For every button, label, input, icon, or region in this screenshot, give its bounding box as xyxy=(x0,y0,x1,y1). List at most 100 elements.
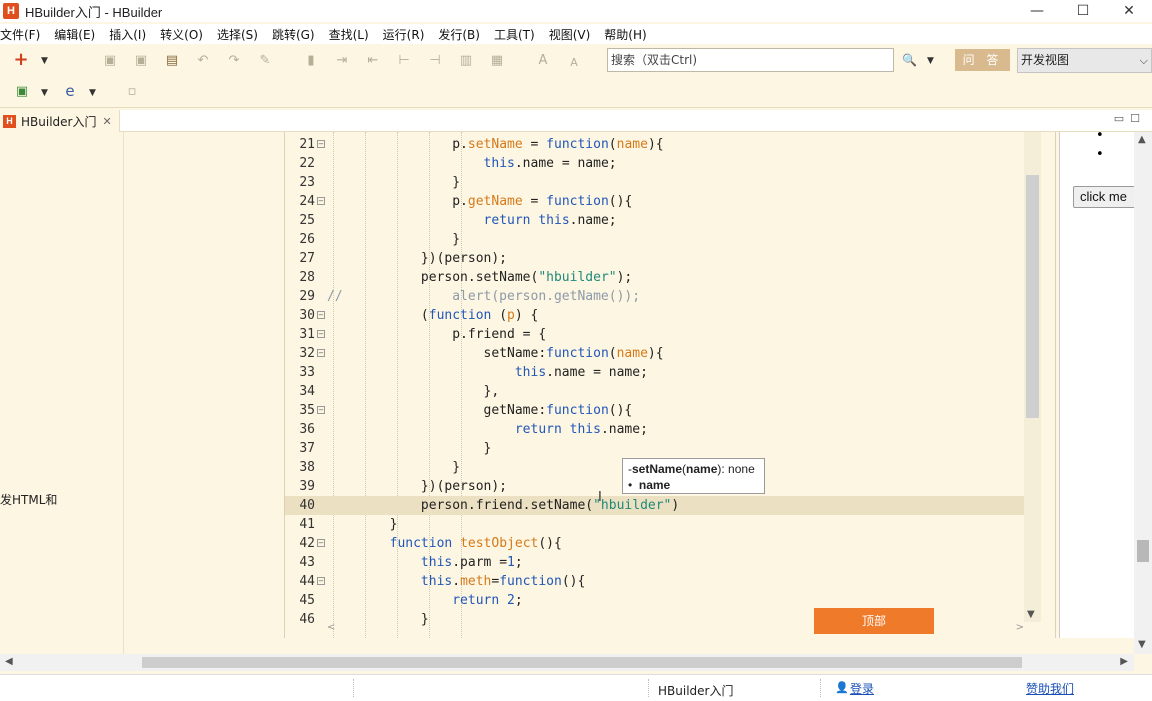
redo-icon[interactable]: ↷ xyxy=(226,53,242,69)
maximize-button[interactable]: ☐ xyxy=(1060,0,1106,22)
preview-vertical-scrollbar[interactable]: ▲ ▼ xyxy=(1134,132,1152,654)
fold-toggle-icon[interactable]: − xyxy=(317,406,325,414)
code-line[interactable]: } xyxy=(327,439,1024,458)
login-link[interactable]: 登录 xyxy=(850,680,874,697)
scroll-down-icon[interactable]: ▼ xyxy=(1027,609,1035,620)
menu-goto[interactable]: 跳转(G) xyxy=(272,26,322,43)
menu-file[interactable]: 文件(F) xyxy=(0,26,47,43)
goto-end-icon[interactable]: ⊣ xyxy=(427,53,443,69)
code-area[interactable]: p.setName = function(name){ this.name = … xyxy=(327,132,1024,638)
fold-toggle-icon[interactable]: − xyxy=(317,311,325,319)
sponsor-link[interactable]: 赞助我们 xyxy=(1026,680,1074,697)
code-line[interactable]: this.name = name; xyxy=(327,154,1024,173)
code-line[interactable]: this.name = name; xyxy=(327,363,1024,382)
code-line[interactable]: person.friend.setName("hbuilder") xyxy=(327,496,1024,515)
replace-icon[interactable]: ▦ xyxy=(489,53,505,69)
menu-select[interactable]: 选择(S) xyxy=(217,26,265,43)
menu-edit[interactable]: 编辑(E) xyxy=(54,26,102,43)
menu-escape[interactable]: 转义(O) xyxy=(160,26,210,43)
hint-param-name: name xyxy=(686,462,718,476)
code-editor[interactable]: 21−22 23 24−25 26 27 28 29 30−31−32−33 34 35−36 37… xyxy=(284,132,1056,638)
scroll-down-icon[interactable]: ▼ xyxy=(1138,639,1146,650)
save-all-icon[interactable]: ▣ xyxy=(133,53,149,69)
code-line[interactable]: }, xyxy=(327,382,1024,401)
fold-toggle-icon[interactable]: − xyxy=(317,577,325,585)
new-dropdown-icon[interactable]: ▼ xyxy=(41,56,48,66)
search-input[interactable]: 搜索（双击Ctrl) xyxy=(607,48,894,72)
fold-toggle-icon[interactable]: − xyxy=(317,197,325,205)
code-line[interactable]: } xyxy=(327,515,1024,534)
fold-toggle-icon[interactable]: − xyxy=(317,330,325,338)
save-icon[interactable]: ▣ xyxy=(102,53,118,69)
code-line[interactable]: this.parm =1; xyxy=(327,553,1024,572)
code-line[interactable]: function testObject(){ xyxy=(327,534,1024,553)
code-line[interactable]: setName:function(name){ xyxy=(327,344,1024,363)
app-logo-icon: H xyxy=(3,3,19,19)
hint-param-item[interactable]: name xyxy=(639,478,670,492)
close-button[interactable]: ✕ xyxy=(1106,0,1152,22)
editor-scroll-thumb[interactable] xyxy=(1026,175,1039,418)
menu-run[interactable]: 运行(R) xyxy=(383,26,432,43)
minimize-button[interactable]: — xyxy=(1014,0,1060,22)
menu-insert[interactable]: 插入(I) xyxy=(109,26,153,43)
bookmark-icon[interactable]: ▮ xyxy=(303,53,319,69)
undo-icon[interactable]: ↶ xyxy=(195,53,211,69)
menu-help[interactable]: 帮助(H) xyxy=(604,26,653,43)
main-horizontal-scrollbar[interactable]: ◀ ▶ xyxy=(0,654,1134,671)
code-line[interactable]: (function (p) { xyxy=(327,306,1024,325)
pane-controls[interactable]: ▭☐ xyxy=(1114,112,1146,125)
scroll-right-icon[interactable]: ▶ xyxy=(1120,656,1128,667)
menu-view[interactable]: 视图(V) xyxy=(549,26,598,43)
code-line[interactable]: return this.name; xyxy=(327,420,1024,439)
code-line[interactable]: p.friend = { xyxy=(327,325,1024,344)
menu-find[interactable]: 查找(L) xyxy=(329,26,376,43)
font-decrease-icon[interactable]: A xyxy=(566,55,582,71)
main-scroll-thumb[interactable] xyxy=(142,657,1022,668)
font-increase-icon[interactable]: A xyxy=(535,53,551,69)
code-line[interactable]: p.getName = function(){ xyxy=(327,192,1024,211)
bookmark-next-icon[interactable]: ⇥ xyxy=(334,53,350,69)
tab-hbuilder-intro[interactable]: H HBuilder入门 ✕ xyxy=(0,110,120,132)
fold-toggle-icon[interactable]: − xyxy=(317,349,325,357)
menu-publish[interactable]: 发行(B) xyxy=(438,26,487,43)
pane-maximize-icon[interactable]: ☐ xyxy=(1130,112,1146,125)
search-icon[interactable]: 🔍 xyxy=(902,53,917,67)
new-project-icon[interactable]: ▣ xyxy=(14,84,30,100)
preview-scroll-thumb[interactable] xyxy=(1137,540,1149,562)
code-line[interactable]: return this.name; xyxy=(327,211,1024,230)
code-line[interactable]: // alert(person.getName()); xyxy=(327,287,1024,306)
fold-toggle-icon[interactable]: − xyxy=(317,539,325,547)
goto-start-icon[interactable]: ⊢ xyxy=(396,53,412,69)
code-line[interactable]: })(person); xyxy=(327,249,1024,268)
scroll-left-icon[interactable]: < xyxy=(327,622,335,633)
pane-minimize-icon[interactable]: ▭ xyxy=(1114,112,1130,125)
code-line[interactable]: } xyxy=(327,230,1024,249)
browser-dropdown-icon[interactable]: ▼ xyxy=(89,88,96,98)
qa-button[interactable]: 问 答 xyxy=(955,49,1010,71)
compare-icon[interactable]: ▥ xyxy=(458,53,474,69)
format-icon[interactable]: ✎ xyxy=(257,53,273,69)
browser-icon[interactable]: e xyxy=(62,83,78,99)
tab-close-icon[interactable]: ✕ xyxy=(102,115,111,128)
scroll-left-icon[interactable]: ◀ xyxy=(5,656,13,667)
code-line[interactable]: } xyxy=(327,173,1024,192)
code-line[interactable]: person.setName("hbuilder"); xyxy=(327,268,1024,287)
menu-tools[interactable]: 工具(T) xyxy=(494,26,542,43)
project-dropdown-icon[interactable]: ▼ xyxy=(41,88,48,98)
stop-icon[interactable]: ▫ xyxy=(124,84,140,100)
fold-toggle-icon[interactable]: − xyxy=(317,140,325,148)
code-line[interactable]: p.setName = function(name){ xyxy=(327,135,1024,154)
new-file-icon[interactable]: + xyxy=(13,51,29,69)
view-select[interactable]: 开发视图 ⌵ xyxy=(1017,48,1152,73)
history-icon[interactable]: ▤ xyxy=(164,53,180,69)
click-me-button[interactable]: click me xyxy=(1073,186,1143,208)
web-preview-panel: • • click me xyxy=(1059,128,1143,638)
editor-vertical-scrollbar[interactable]: ▼ xyxy=(1024,132,1041,622)
code-line[interactable]: getName:function(){ xyxy=(327,401,1024,420)
back-to-top-button[interactable]: 顶部 xyxy=(814,608,934,634)
scroll-up-icon[interactable]: ▲ xyxy=(1138,134,1146,145)
search-dropdown-icon[interactable]: ▼ xyxy=(927,56,934,66)
scroll-right-icon[interactable]: > xyxy=(1016,622,1024,633)
bookmark-prev-icon[interactable]: ⇤ xyxy=(365,53,381,69)
code-line[interactable]: this.meth=function(){ xyxy=(327,572,1024,591)
